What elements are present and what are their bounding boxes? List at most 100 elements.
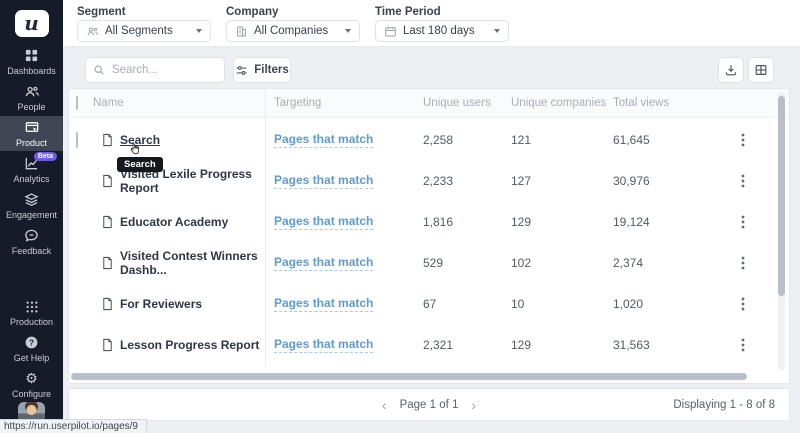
time-period-label: Time Period: [375, 6, 441, 18]
column-header-total-views[interactable]: Total views: [613, 97, 741, 109]
sidebar-item-label: Configure: [11, 388, 52, 399]
sidebar-item-production[interactable]: Production: [0, 295, 63, 330]
page-name-link[interactable]: Educator Academy: [120, 215, 228, 229]
time-period-value: Last 180 days: [403, 25, 475, 37]
select-all-checkbox[interactable]: [76, 96, 78, 110]
targeting-link[interactable]: Pages that match: [274, 296, 374, 312]
sidebar-item-configure[interactable]: ⚙ Configure: [0, 367, 63, 402]
unique-companies-value: 129: [511, 338, 532, 352]
dashboards-icon: [24, 48, 39, 64]
column-header-unique-companies[interactable]: Unique companies: [511, 97, 613, 109]
unique-users-value: 1,816: [423, 215, 454, 229]
company-value: All Companies: [254, 25, 329, 37]
unique-users-value: 2,233: [423, 174, 454, 188]
sidebar-item-feedback[interactable]: Feedback: [0, 224, 63, 259]
filter-bar: Segment All Segments Company All Compani…: [63, 0, 800, 47]
total-views-value: 19,124: [613, 215, 650, 229]
pages-table: Name Targeting Unique users Unique compa…: [68, 88, 790, 384]
next-page-button[interactable]: ›: [468, 397, 479, 413]
sidebar-item-analytics[interactable]: Beta Analytics: [0, 151, 63, 187]
userpilot-logo[interactable]: u: [14, 10, 49, 37]
svg-text:?: ?: [29, 338, 34, 347]
vertical-scrollbar: [778, 92, 785, 370]
time-period-filter-group: Time Period Last 180 days: [375, 6, 509, 46]
table-row: Visited Contest Winners Dashb... Pages t…: [69, 241, 789, 285]
sidebar-item-get-help[interactable]: ? Get Help: [0, 331, 63, 366]
unique-companies-value: 10: [511, 297, 525, 311]
search-input[interactable]: [85, 57, 225, 83]
chevron-down-icon: [196, 29, 202, 33]
sidebar-item-people[interactable]: People: [0, 80, 63, 115]
segment-label: Segment: [77, 6, 126, 18]
download-button[interactable]: [718, 57, 744, 83]
unique-companies-value: 129: [511, 215, 532, 229]
sidebar-item-label: Analytics: [13, 173, 50, 184]
vertical-scrollbar-thumb[interactable]: [778, 96, 785, 296]
unique-users-value: 2,258: [423, 133, 454, 147]
unique-users-value: 67: [423, 297, 437, 311]
status-url: https://run.userpilot.io/pages/9: [0, 419, 147, 433]
page-file-icon: [101, 256, 114, 270]
company-filter-group: Company All Companies: [226, 6, 360, 46]
column-header-targeting[interactable]: Targeting: [265, 89, 423, 117]
total-views-value: 30,976: [613, 174, 650, 188]
table-footer: ‹ Page 1 of 1 › Displaying 1 - 8 of 8: [68, 388, 790, 421]
sidebar-item-label: Production: [9, 316, 54, 327]
search-icon: [93, 64, 105, 76]
company-select[interactable]: All Companies: [226, 20, 360, 42]
sidebar-item-label: People: [17, 101, 46, 112]
sidebar-item-product[interactable]: Product: [0, 115, 63, 151]
horizontal-scrollbar-thumb[interactable]: [71, 373, 747, 380]
sidebar-item-label: Dashboards: [7, 65, 56, 76]
feedback-icon: [24, 228, 39, 244]
sidebar-item-dashboards[interactable]: Dashboards: [0, 44, 63, 79]
unique-companies-value: 127: [511, 174, 532, 188]
targeting-link[interactable]: Pages that match: [274, 255, 374, 271]
search-box: [85, 57, 225, 83]
segment-select[interactable]: All Segments: [77, 20, 211, 42]
table-columns-button[interactable]: [748, 57, 774, 83]
gear-icon: ⚙: [25, 370, 38, 387]
calendar-icon: [384, 25, 397, 38]
table-header-row: Name Targeting Unique users Unique compa…: [69, 89, 789, 118]
chevron-down-icon: [494, 29, 500, 33]
targeting-link[interactable]: Pages that match: [274, 173, 374, 189]
unique-users-value: 2,321: [423, 338, 454, 352]
horizontal-scrollbar: [71, 373, 775, 380]
displaying-range: Displaying 1 - 8 of 8: [673, 398, 775, 411]
cursor-pointer-icon: [128, 142, 142, 156]
total-views-value: 61,645: [613, 133, 650, 147]
unique-users-value: 529: [423, 256, 444, 270]
targeting-link[interactable]: Pages that match: [274, 337, 374, 353]
targeting-link[interactable]: Pages that match: [274, 214, 374, 230]
total-views-value: 31,563: [613, 338, 650, 352]
filters-button-label: Filters: [254, 64, 289, 76]
page-indicator: Page 1 of 1: [399, 398, 459, 411]
column-header-unique-users[interactable]: Unique users: [423, 97, 511, 109]
beta-badge: Beta: [33, 151, 57, 161]
total-views-value: 2,374: [613, 256, 644, 270]
time-period-select[interactable]: Last 180 days: [375, 20, 509, 42]
segment-filter-group: Segment All Segments: [77, 6, 211, 46]
table-columns-icon: [755, 65, 767, 75]
total-views-value: 1,020: [613, 297, 644, 311]
row-checkbox[interactable]: [76, 132, 78, 148]
table-row: Lesson Progress Report Pages that match …: [69, 323, 789, 367]
sliders-icon: [236, 65, 247, 75]
sidebar: u Dashboards People Product Beta Analyti…: [0, 0, 63, 433]
prev-page-button[interactable]: ‹: [379, 397, 390, 413]
table-row: For Reviewers Pages that match 67 10 1,0…: [69, 282, 789, 326]
column-header-name[interactable]: Name: [93, 97, 265, 109]
sidebar-item-label: Engagement: [5, 209, 58, 220]
page-name-link[interactable]: Lesson Progress Report: [120, 338, 259, 352]
table-row: Educator Academy Pages that match 1,816 …: [69, 200, 789, 244]
segment-value: All Segments: [105, 25, 173, 37]
targeting-link[interactable]: Pages that match: [274, 132, 374, 148]
engagement-icon: [24, 192, 39, 208]
page-name-link[interactable]: Visited Contest Winners Dashb...: [120, 249, 265, 277]
sidebar-item-engagement[interactable]: Engagement: [0, 188, 63, 223]
page-name-link[interactable]: For Reviewers: [120, 297, 202, 311]
table-row: Visited Lexile Progress Report Pages tha…: [69, 159, 789, 203]
hover-tooltip: Search: [117, 157, 163, 172]
filters-button[interactable]: Filters: [233, 57, 291, 83]
